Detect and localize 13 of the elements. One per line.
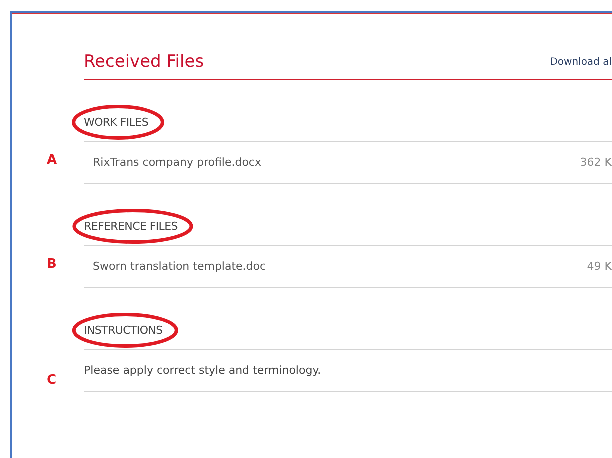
annotation-letter: A — [47, 153, 58, 168]
annotation-letter: B — [47, 257, 57, 272]
section-heading: REFERENCE FILES — [84, 220, 178, 233]
instructions-text: Please apply correct style and terminology. — [84, 364, 322, 377]
section-heading: WORK FILES — [84, 116, 149, 129]
download-link[interactable]: Download al — [550, 56, 612, 68]
file-size: 362 K — [580, 156, 612, 169]
file-name[interactable]: Sworn translation template.doc — [93, 260, 266, 273]
file-size: 49 K — [587, 260, 612, 273]
section-heading: INSTRUCTIONS — [84, 324, 163, 337]
section-title: Received Files — [84, 52, 204, 72]
annotation-letter: C — [47, 373, 57, 388]
file-name[interactable]: RixTrans company profile.docx — [93, 156, 262, 169]
